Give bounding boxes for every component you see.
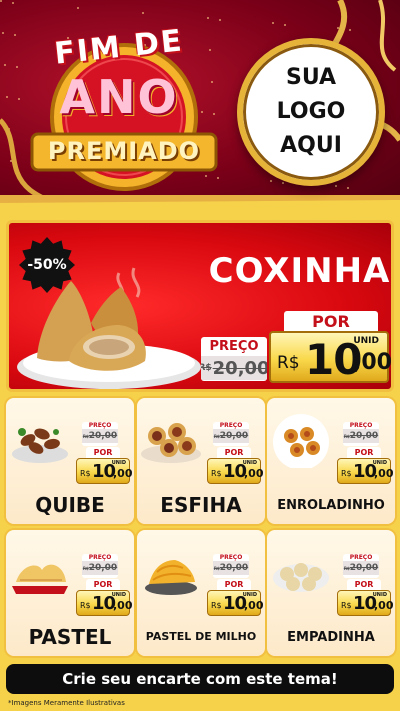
empadinha-image	[273, 563, 329, 592]
disclaimer-text: *Imagens Meramente Ilustrativas	[8, 699, 125, 707]
cta-banner[interactable]: Crie seu encarte com este tema!	[6, 664, 394, 694]
hero-old-currency: R$	[201, 363, 212, 373]
por-label: POR	[347, 447, 381, 458]
new-price: UNID R$ 10,00	[337, 458, 394, 484]
price-cents: ,00	[244, 599, 264, 612]
new-price: UNID R$ 10,00	[76, 590, 133, 616]
logo-line-aqui: AQUI	[280, 133, 342, 158]
hero-old-price-label: PREÇO R$ 20,00	[201, 337, 267, 381]
price-cents: ,00	[113, 467, 133, 480]
hero-currency: R$	[277, 353, 300, 373]
product-card-pastel-de-milho: PREÇO R$ 20,00 POR UNID R$ 10,00 PASTEL DE MILH…	[137, 530, 265, 656]
preco-label: PREÇO	[88, 554, 112, 561]
product-name: QUIBE	[35, 493, 105, 517]
preco-label: PREÇO	[349, 554, 373, 561]
product-name: ENROLADINHO	[277, 498, 385, 513]
hero-featured-product: -50% COXINHA PREÇO R$ 20,00 POR UNID R$ …	[6, 220, 394, 392]
currency: R$	[341, 469, 352, 478]
preco-label: PREÇO	[349, 422, 373, 429]
product-card-pastel: PREÇO R$ 20,00 POR UNID R$ 10,00 PASTEL	[6, 530, 134, 656]
old-price-label: PREÇO R$ 20,00	[82, 422, 118, 446]
product-name: ESFIHA	[160, 493, 242, 517]
logo-line-sua: SUA	[285, 65, 337, 90]
price-integer: 10	[353, 593, 377, 614]
new-price: UNID R$ 10,00	[207, 458, 264, 484]
currency: R$	[211, 601, 222, 610]
product-card-enroladinho: PREÇO R$ 20,00 POR UNID R$ 10,00 ENROLADINHO	[267, 398, 395, 524]
new-price: UNID R$ 10,00	[207, 590, 264, 616]
enroladinho-image	[273, 414, 329, 468]
por-label: POR	[347, 579, 381, 590]
hero-product-name: COXINHA	[208, 251, 391, 291]
old-price: 20,00	[219, 431, 249, 441]
old-price-label: PREÇO R$ 20,00	[82, 554, 118, 578]
price-cents: ,00	[374, 467, 394, 480]
por-label: POR	[86, 579, 120, 590]
old-price-label: PREÇO R$ 20,00	[213, 554, 249, 578]
old-price-label: PREÇO R$ 20,00	[343, 554, 379, 578]
currency: R$	[211, 469, 222, 478]
price-integer: 10	[223, 461, 247, 482]
price-cents: ,00	[113, 599, 133, 612]
old-price-label: PREÇO R$ 20,00	[213, 422, 249, 446]
pastel-de-milho-image	[145, 560, 197, 595]
new-price: UNID R$ 10,00	[76, 458, 133, 484]
product-name: PASTEL DE MILHO	[145, 630, 257, 643]
currency: R$	[80, 601, 91, 610]
product-card-esfiha: PREÇO R$ 20,00 POR UNID R$ 10,00 ESFIHA	[137, 398, 265, 524]
logo-placeholder: SUA LOGO AQUI	[237, 38, 385, 186]
price-integer: 10	[92, 593, 116, 614]
title-ano: ANO	[59, 70, 179, 124]
por-label: POR	[217, 447, 251, 458]
esfiha-image	[141, 423, 201, 463]
price-integer: 10	[353, 461, 377, 482]
preco-label: PREÇO	[219, 554, 243, 561]
hero-preco-label: PREÇO	[209, 339, 259, 354]
product-card-quibe: PREÇO R$ 20,00 POR UNID R$ 10,00 QUIBE	[6, 398, 134, 524]
price-cents: ,00	[374, 599, 394, 612]
pastel-image	[12, 564, 68, 594]
price-integer: 10	[223, 593, 247, 614]
product-card-empadinha: PREÇO R$ 20,00 POR UNID R$ 10,00 EMPADINHA	[267, 530, 395, 656]
currency: R$	[341, 601, 352, 610]
quibe-image	[12, 428, 68, 463]
old-price: 20,00	[88, 431, 118, 441]
hero-por-label: POR	[284, 311, 378, 333]
preco-label: PREÇO	[88, 422, 112, 429]
hero-old-price: 20,00	[212, 357, 267, 379]
hero-new-price: UNID R$ 10 ,00	[269, 331, 392, 384]
old-price-label: PREÇO R$ 20,00	[343, 422, 379, 446]
header-banner: FIM DE ANO PREMIADO SUA LOGO AQUI	[0, 0, 400, 210]
currency: R$	[80, 469, 91, 478]
product-name: PASTEL	[28, 625, 112, 649]
logo-line-logo: LOGO	[276, 99, 346, 124]
por-label: POR	[217, 579, 251, 590]
preco-label: PREÇO	[219, 422, 243, 429]
old-price: 20,00	[349, 563, 379, 573]
old-price: 20,00	[349, 431, 379, 441]
new-price: UNID R$ 10,00	[337, 590, 394, 616]
product-name: EMPADINHA	[287, 630, 375, 645]
old-price: 20,00	[88, 563, 118, 573]
title-premiado: PREMIADO	[47, 137, 201, 165]
price-cents: ,00	[244, 467, 264, 480]
por-label: POR	[86, 447, 120, 458]
hero-price-cents: ,00	[353, 350, 392, 375]
old-price: 20,00	[219, 563, 249, 573]
price-integer: 10	[92, 461, 116, 482]
